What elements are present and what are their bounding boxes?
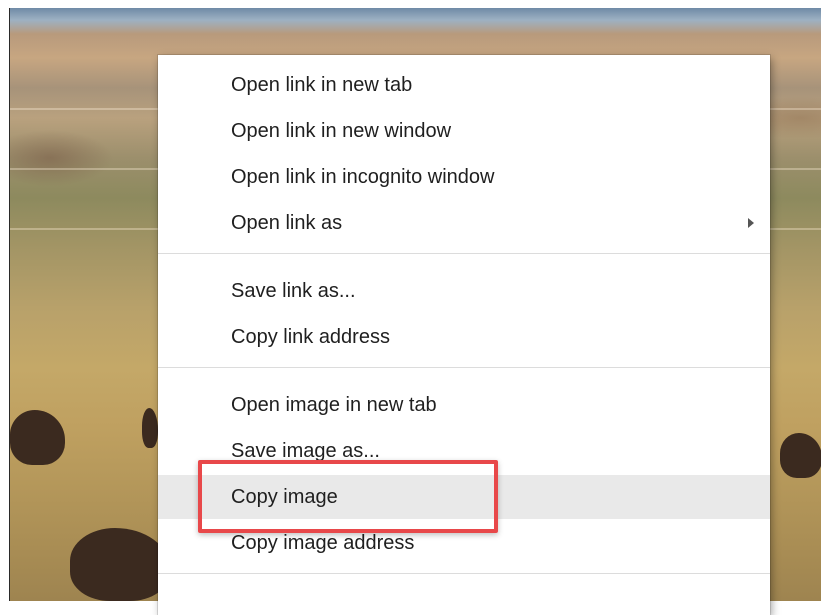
bison-figure — [780, 433, 821, 478]
menu-item-label: Open image in new tab — [231, 394, 437, 416]
bison-figure — [142, 408, 158, 448]
menu-separator — [158, 253, 770, 254]
menu-item-label: Open link in incognito window — [231, 166, 495, 188]
menu-separator — [158, 367, 770, 368]
menu-item-label: Save link as... — [231, 280, 356, 302]
menu-item-open-link-incognito[interactable]: Open link in incognito window — [158, 155, 770, 199]
highlight-callout-box — [198, 460, 498, 533]
menu-item-open-image-new-tab[interactable]: Open image in new tab — [158, 383, 770, 427]
menu-item-copy-link-address[interactable]: Copy link address — [158, 315, 770, 359]
menu-item-open-link-as[interactable]: Open link as — [158, 201, 770, 245]
menu-item-label: Open link as — [231, 212, 343, 234]
bison-figure — [10, 410, 65, 465]
menu-item-label: Copy link address — [231, 326, 390, 348]
menu-item-save-link-as[interactable]: Save link as... — [158, 269, 770, 313]
bison-figure — [70, 528, 170, 601]
menu-separator — [158, 573, 770, 574]
menu-item-open-link-new-window[interactable]: Open link in new window — [158, 109, 770, 153]
menu-item-label: Open link in new tab — [231, 74, 413, 96]
submenu-arrow-icon — [748, 218, 754, 228]
menu-item-open-link-new-tab[interactable]: Open link in new tab — [158, 63, 770, 107]
menu-item-label: Open link in new window — [231, 120, 452, 142]
